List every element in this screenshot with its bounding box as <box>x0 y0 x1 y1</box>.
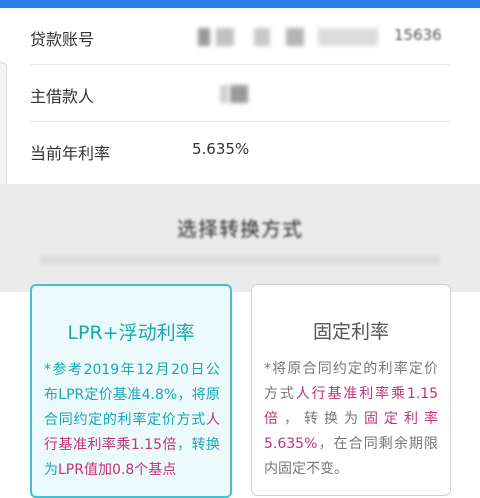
option-fixed-rate[interactable]: 固定利率 *将原合同约定的利率定价方式人行基准利率乘1.15倍，转换为固定利率5… <box>251 284 451 496</box>
option-lpr-floating[interactable]: LPR+浮动利率 *参考2019年12月20日公布LPR定价基准4.8%，将原合… <box>30 284 232 498</box>
overlay-ghost-line <box>40 255 440 265</box>
rate-label: 当前年利率 <box>30 144 111 163</box>
borrower-name-masked <box>220 85 260 103</box>
account-label: 贷款账号 <box>30 30 95 49</box>
option-lpr-title: LPR+浮动利率 <box>67 322 195 344</box>
account-row: 贷款账号 15636 <box>30 8 450 65</box>
option-lpr-description: *参考2019年12月20日公布LPR定价基准4.8%，将原合同约定的利率定价方… <box>44 362 221 478</box>
account-number-masked: 15636 <box>194 26 454 46</box>
option-fixed-description: *将原合同约定的利率定价方式人行基准利率乘1.15倍，转换为固定利率5.635%… <box>264 361 439 477</box>
borrower-label: 主借款人 <box>30 87 95 106</box>
account-number-suffix: 15636 <box>394 26 442 44</box>
overlay-heading: 选择转换方式 <box>177 217 303 241</box>
rate-value: 5.635% <box>192 140 250 158</box>
option-fixed-title: 固定利率 <box>312 321 389 343</box>
borrower-row: 主借款人 <box>30 65 450 122</box>
loan-info-card: 贷款账号 15636 主借款人 当前年利率 5.635% <box>8 8 472 184</box>
top-status-bar <box>0 0 480 8</box>
rate-row: 当前年利率 5.635% <box>30 122 450 178</box>
